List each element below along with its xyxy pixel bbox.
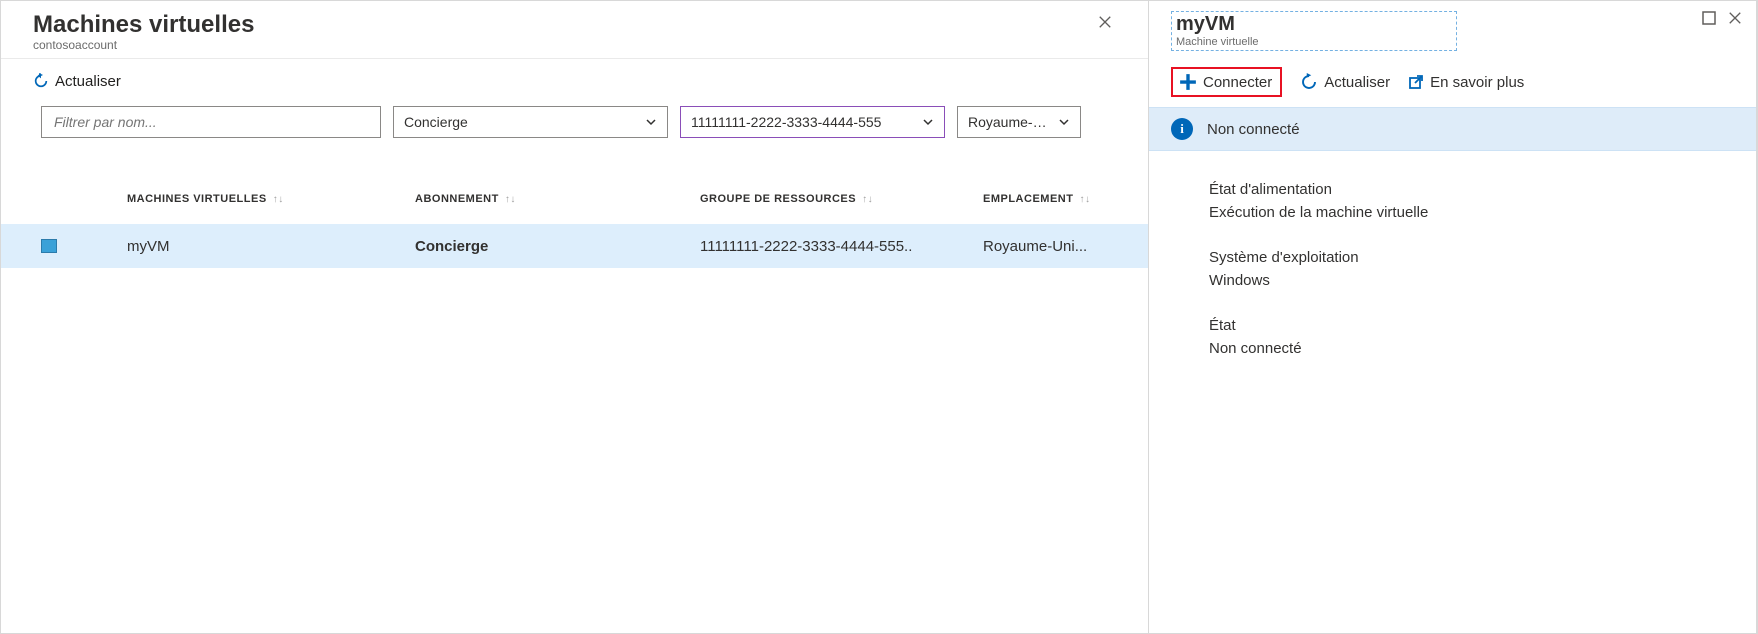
virtual-machines-pane: Machines virtuelles contosoaccount Actua… bbox=[1, 1, 1149, 633]
col-subscription[interactable]: ABONNEMENT ↑↓ bbox=[415, 193, 700, 205]
page-subtitle: contosoaccount bbox=[33, 38, 254, 52]
page-title: Machines virtuelles bbox=[33, 11, 254, 40]
chevron-down-icon bbox=[645, 116, 657, 128]
filter-location-select[interactable]: Royaume-U... bbox=[957, 106, 1081, 138]
sort-icon: ↑↓ bbox=[862, 194, 873, 205]
close-icon[interactable] bbox=[1094, 11, 1116, 33]
close-icon[interactable] bbox=[1728, 11, 1742, 25]
vm-row-resourcegroup: 11111111-2222-3333-4444-555.. bbox=[700, 238, 983, 255]
filters-row: Concierge 11111111-2222-3333-4444-555 Ro… bbox=[1, 106, 1148, 144]
plus-icon bbox=[1179, 73, 1197, 91]
sort-icon: ↑↓ bbox=[273, 194, 284, 205]
filter-name-input[interactable] bbox=[41, 106, 381, 138]
filter-location-value: Royaume-U... bbox=[968, 114, 1052, 130]
detail-refresh-label: Actualiser bbox=[1324, 74, 1390, 91]
chevron-down-icon bbox=[1058, 116, 1070, 128]
detail-refresh-button[interactable]: Actualiser bbox=[1300, 73, 1390, 91]
left-header: Machines virtuelles contosoaccount bbox=[1, 1, 1148, 59]
maximize-icon[interactable] bbox=[1702, 11, 1716, 25]
connect-button[interactable]: Connecter bbox=[1171, 67, 1282, 97]
filter-subscription-value: 11111111-2222-3333-4444-555 bbox=[691, 114, 916, 130]
filter-subscription-select[interactable]: 11111111-2222-3333-4444-555 bbox=[680, 106, 945, 138]
table-row[interactable]: myVM Concierge 11111111-2222-3333-4444-5… bbox=[1, 224, 1148, 268]
power-state-value: Exécution de la machine virtuelle bbox=[1209, 204, 1732, 221]
status-text: Non connecté bbox=[1207, 121, 1300, 138]
filter-resourcegroup-select[interactable]: Concierge bbox=[393, 106, 668, 138]
vm-row-icon bbox=[41, 239, 127, 253]
state-value: Non connecté bbox=[1209, 340, 1732, 357]
status-bar: i Non connecté bbox=[1149, 107, 1756, 151]
learn-more-label: En savoir plus bbox=[1430, 74, 1524, 91]
detail-toolbar: Connecter Actualiser En savoir plus bbox=[1149, 59, 1756, 107]
os-value: Windows bbox=[1209, 272, 1732, 289]
right-titles: myVM Machine virtuelle bbox=[1171, 11, 1457, 51]
connect-label: Connecter bbox=[1203, 74, 1272, 91]
vm-table: MACHINES VIRTUELLES ↑↓ ABONNEMENT ↑↓ GRO… bbox=[1, 174, 1148, 268]
left-toolbar: Actualiser bbox=[1, 59, 1148, 107]
state-label: État bbox=[1209, 317, 1732, 334]
vm-row-subscription: Concierge bbox=[415, 238, 700, 255]
col-resourcegroup[interactable]: GROUPE DE RESSOURCES ↑↓ bbox=[700, 193, 983, 205]
os-label: Système d'exploitation bbox=[1209, 249, 1732, 266]
table-header: MACHINES VIRTUELLES ↑↓ ABONNEMENT ↑↓ GRO… bbox=[1, 174, 1148, 224]
sort-icon: ↑↓ bbox=[505, 194, 516, 205]
filter-name-field[interactable] bbox=[52, 113, 370, 131]
external-link-icon bbox=[1408, 74, 1424, 90]
col-location[interactable]: EMPLACEMENT ↑↓ bbox=[983, 193, 1132, 205]
col-vm[interactable]: MACHINES VIRTUELLES ↑↓ bbox=[127, 193, 415, 205]
sort-icon: ↑↓ bbox=[1079, 194, 1090, 205]
info-icon: i bbox=[1171, 118, 1193, 140]
vm-row-name: myVM bbox=[127, 238, 415, 255]
detail-properties: État d'alimentation Exécution de la mach… bbox=[1149, 151, 1756, 385]
learn-more-button[interactable]: En savoir plus bbox=[1408, 74, 1524, 91]
vm-icon bbox=[41, 239, 57, 253]
refresh-label: Actualiser bbox=[55, 73, 121, 90]
detail-subtitle: Machine virtuelle bbox=[1176, 36, 1450, 48]
left-titles: Machines virtuelles contosoaccount bbox=[33, 11, 254, 52]
refresh-icon bbox=[33, 73, 49, 89]
right-window-controls bbox=[1702, 11, 1742, 25]
filter-resourcegroup-value: Concierge bbox=[404, 114, 639, 130]
refresh-button[interactable]: Actualiser bbox=[33, 73, 121, 90]
vm-row-location: Royaume-Uni... bbox=[983, 238, 1132, 255]
vm-detail-pane: myVM Machine virtuelle Connecter bbox=[1149, 1, 1757, 633]
right-header: myVM Machine virtuelle bbox=[1149, 1, 1756, 59]
chevron-down-icon bbox=[922, 116, 934, 128]
power-state-label: État d'alimentation bbox=[1209, 181, 1732, 198]
refresh-icon bbox=[1300, 73, 1318, 91]
detail-title: myVM bbox=[1176, 12, 1450, 36]
